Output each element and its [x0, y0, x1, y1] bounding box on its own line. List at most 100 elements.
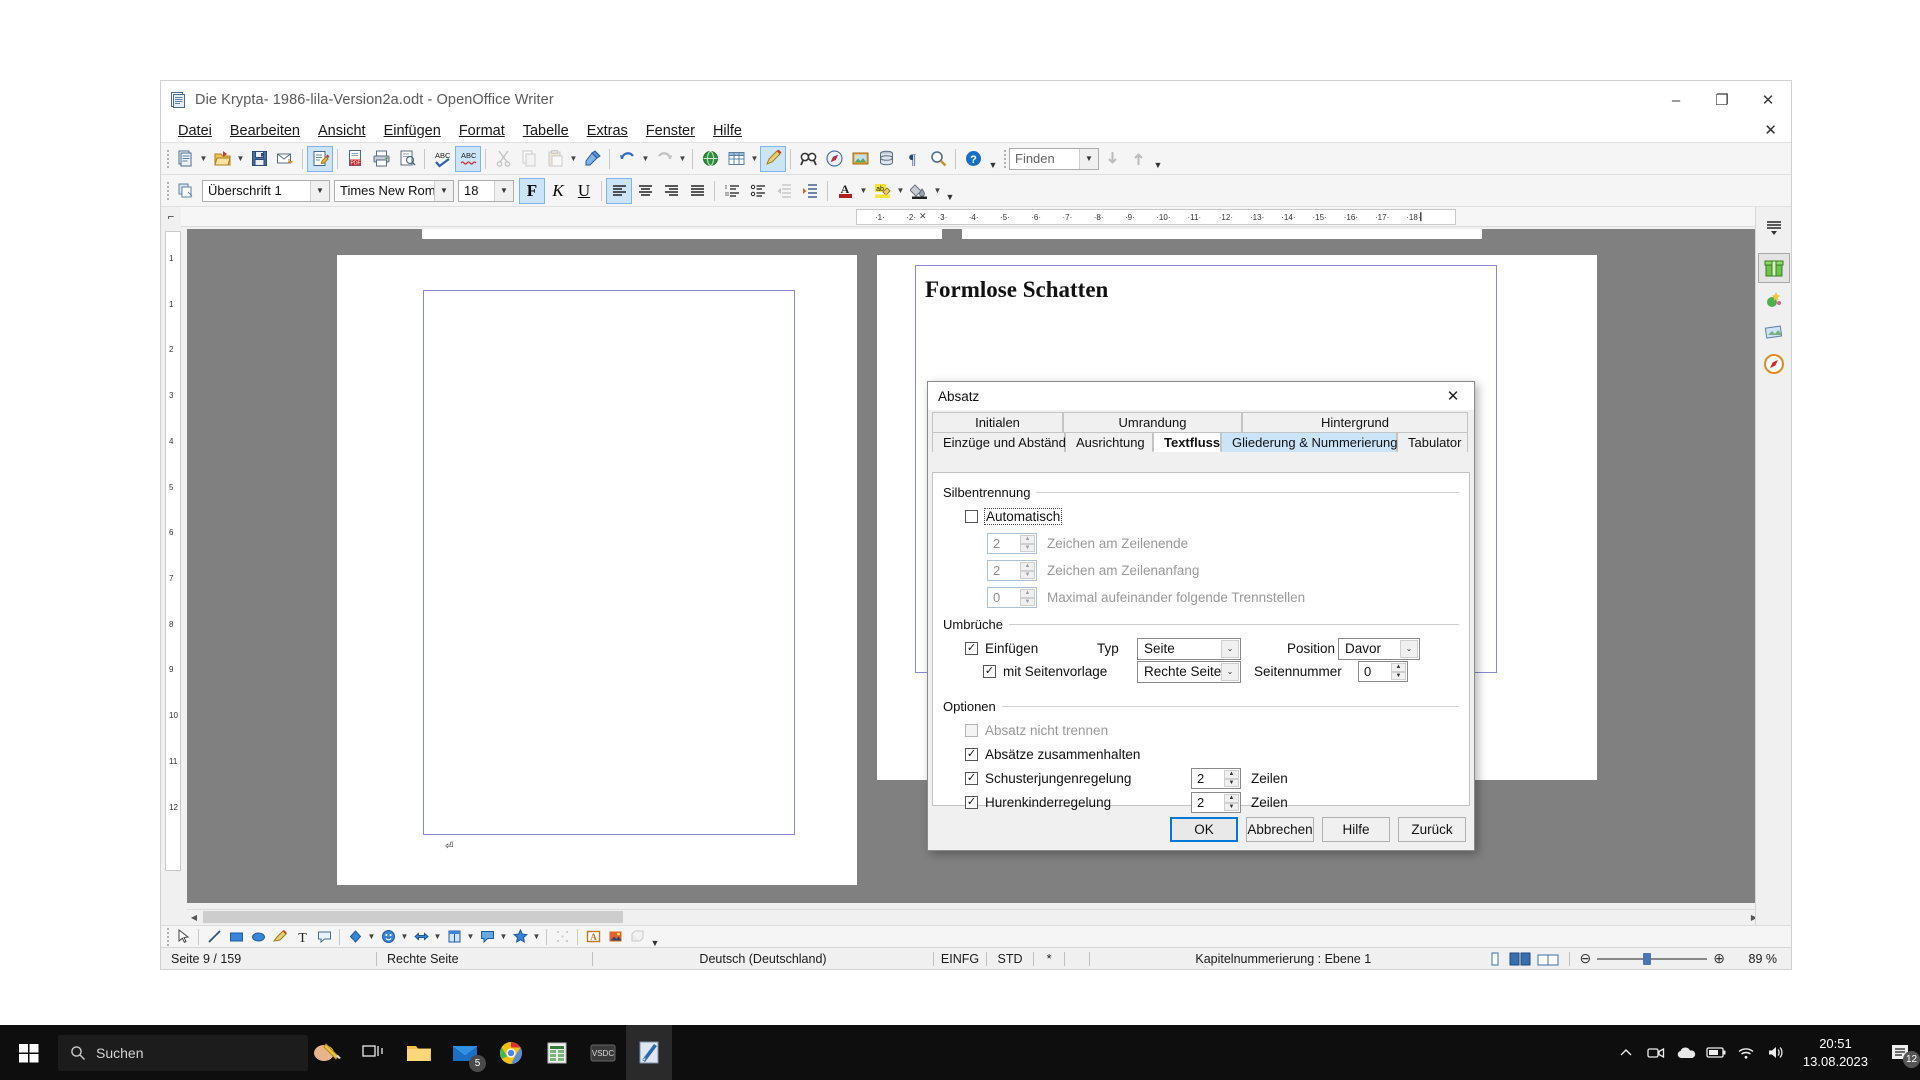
orphan-control-checkbox[interactable]: ✓ [965, 772, 978, 785]
spinner-buttons[interactable]: ▲ ▼ [1020, 535, 1035, 552]
extrusion-on-off-icon[interactable] [626, 927, 648, 947]
copy-icon[interactable] [516, 146, 542, 172]
spinner-buttons[interactable]: ▲ ▼ [1224, 794, 1239, 811]
open-document-icon[interactable] [209, 146, 235, 172]
spinner-buttons[interactable]: ▲ ▼ [1020, 589, 1035, 606]
onedrive-icon[interactable] [1671, 1025, 1701, 1080]
book-view-icon[interactable] [1537, 952, 1559, 966]
chars-line-begin-spinner[interactable]: 2 ▲ ▼ [987, 560, 1037, 581]
break-position-dropdown-icon[interactable]: ⌄ [1400, 639, 1418, 658]
page-style-combo[interactable]: Rechte Seite ⌄ [1137, 660, 1241, 683]
background-color-dropdown-icon[interactable]: ▼ [932, 178, 943, 204]
multi-page-view-icon[interactable] [1509, 952, 1531, 966]
redo-icon[interactable] [651, 146, 677, 172]
automatic-hyphenation-checkbox[interactable] [965, 510, 978, 523]
sidebar-styles-icon[interactable] [1758, 317, 1790, 347]
new-document-dropdown-icon[interactable]: ▼ [198, 146, 209, 172]
tab-einzuege-und-abstaende[interactable]: Einzüge und Abstände [932, 432, 1073, 452]
find-dropdown-icon[interactable]: ▼ [1079, 148, 1098, 169]
block-arrows-dropdown-icon[interactable]: ▼ [432, 924, 443, 950]
points-icon[interactable] [551, 927, 573, 947]
spinner-up-icon[interactable]: ▲ [1020, 589, 1035, 598]
email-document-icon[interactable] [272, 146, 298, 172]
mail-icon[interactable]: 5 [442, 1025, 488, 1080]
gallery-icon[interactable] [847, 146, 873, 172]
spinner-buttons[interactable]: ▲ ▼ [1224, 770, 1239, 787]
line-icon[interactable] [203, 927, 225, 947]
callouts-dropdown-icon[interactable]: ▼ [498, 924, 509, 950]
cancel-button[interactable]: Abbrechen [1246, 817, 1314, 842]
menu-einfuegen[interactable]: Einfügen [375, 121, 450, 141]
spinner-down-icon[interactable]: ▼ [1020, 570, 1035, 579]
vertical-ruler[interactable]: 1 1 2 3 4 5 6 7 8 9 10 11 12 [165, 231, 181, 871]
volume-icon[interactable] [1761, 1025, 1791, 1080]
menu-format[interactable]: Format [450, 121, 514, 141]
status-language[interactable]: Deutsch (Deutschland) [593, 948, 933, 970]
zoom-icon[interactable] [925, 146, 951, 172]
ok-button[interactable]: OK [1170, 817, 1238, 842]
spinner-down-icon[interactable]: ▼ [1224, 802, 1239, 811]
italic-button[interactable]: K [545, 178, 571, 204]
align-right-icon[interactable] [658, 178, 684, 204]
break-type-combo[interactable]: Seite ⌄ [1137, 637, 1241, 660]
spinner-up-icon[interactable]: ▲ [1224, 770, 1239, 779]
block-arrows-icon[interactable] [410, 927, 432, 947]
formatting-toolbar-grip[interactable] [163, 180, 172, 202]
justified-icon[interactable] [684, 178, 710, 204]
widow-lines-spinner[interactable]: 2 ▲ ▼ [1191, 792, 1241, 813]
zoom-slider-knob[interactable] [1643, 952, 1652, 965]
tab-gliederung-nummerierung[interactable]: Gliederung & Nummerierung [1221, 432, 1397, 452]
bold-button[interactable]: F [519, 177, 545, 204]
ruler-origin-icon[interactable]: ⌐ [161, 206, 181, 227]
openoffice-writer-taskbar-icon[interactable] [626, 1025, 672, 1080]
print-icon[interactable] [368, 146, 394, 172]
decrease-indent-icon[interactable] [771, 178, 797, 204]
hyperlink-icon[interactable] [697, 146, 723, 172]
paragraph-style-dropdown-icon[interactable]: ▼ [310, 180, 329, 201]
standard-toolbar-overflow-button[interactable]: ▼ [986, 146, 1000, 172]
spinner-down-icon[interactable]: ▼ [1224, 778, 1239, 787]
tab-textfluss[interactable]: Textfluss [1153, 432, 1221, 452]
with-page-style-checkbox[interactable]: ✓ [983, 665, 996, 678]
sidebar-settings-icon[interactable] [1758, 213, 1790, 243]
spinner-up-icon[interactable]: ▲ [1020, 562, 1035, 571]
find-next-icon[interactable] [1099, 146, 1125, 172]
chrome-icon[interactable] [488, 1025, 534, 1080]
data-sources-icon[interactable] [873, 146, 899, 172]
status-page[interactable]: Seite 9 / 159 [161, 948, 376, 970]
zoom-out-button[interactable]: ⊖ [1580, 950, 1592, 967]
font-size-dropdown-icon[interactable]: ▼ [494, 180, 513, 201]
highlighting-dropdown-icon[interactable]: ▼ [895, 178, 906, 204]
drawing-toolbar-overflow-button[interactable]: ▼ [648, 924, 662, 950]
sidebar-gallery-icon[interactable] [1758, 285, 1790, 315]
spinner-buttons[interactable]: ▲ ▼ [1391, 663, 1406, 680]
drawing-toolbar-grip[interactable] [163, 926, 172, 948]
undo-icon[interactable] [614, 146, 640, 172]
paste-dropdown-icon[interactable]: ▼ [568, 146, 579, 172]
spinner-up-icon[interactable]: ▲ [1391, 663, 1406, 672]
wifi-icon[interactable] [1731, 1025, 1761, 1080]
align-center-icon[interactable] [632, 178, 658, 204]
orphan-lines-spinner[interactable]: 2 ▲ ▼ [1191, 768, 1241, 789]
select-icon[interactable] [172, 927, 194, 947]
widow-control-checkbox[interactable]: ✓ [965, 796, 978, 809]
page-style-dropdown-icon[interactable]: ⌄ [1221, 662, 1239, 681]
excel-icon[interactable] [534, 1025, 580, 1080]
zoom-value[interactable]: 89 % [1735, 948, 1791, 970]
stars-dropdown-icon[interactable]: ▼ [531, 924, 542, 950]
status-selection-mode[interactable]: STD [987, 948, 1033, 970]
open-document-dropdown-icon[interactable]: ▼ [235, 146, 246, 172]
toolbar-grip[interactable] [163, 148, 172, 170]
increase-indent-icon[interactable] [797, 178, 823, 204]
fontwork-gallery-icon[interactable]: A [582, 927, 604, 947]
do-not-split-checkbox[interactable] [965, 724, 978, 737]
basic-shapes-icon[interactable] [344, 927, 366, 947]
tab-initialen[interactable]: Initialen [932, 412, 1063, 432]
font-name-combo[interactable]: Times New Roman ▼ [334, 179, 454, 202]
break-type-dropdown-icon[interactable]: ⌄ [1221, 639, 1239, 658]
save-icon[interactable] [246, 146, 272, 172]
status-modified-indicator[interactable]: * [1034, 948, 1064, 970]
font-size-combo[interactable]: 18 ▼ [458, 179, 514, 202]
ellipse-icon[interactable] [247, 927, 269, 947]
navigator-icon[interactable] [821, 146, 847, 172]
